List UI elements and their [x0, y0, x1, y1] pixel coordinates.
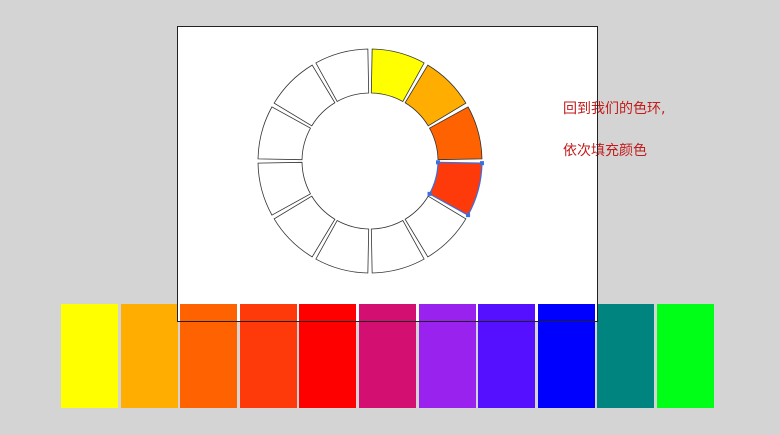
palette-swatch-4[interactable] — [240, 304, 297, 408]
palette-swatch-2[interactable] — [121, 304, 178, 408]
selection-anchor-3[interactable] — [427, 191, 432, 196]
palette-swatch-10[interactable] — [597, 304, 654, 408]
palette-swatch-3[interactable] — [180, 304, 237, 408]
selection-anchor-4[interactable] — [435, 160, 440, 165]
selection-anchor-1[interactable] — [479, 161, 484, 166]
palette-swatch-7[interactable] — [419, 304, 476, 408]
palette-swatch-6[interactable] — [359, 304, 416, 408]
palette-swatch-1[interactable] — [61, 304, 118, 408]
selection-anchor-2[interactable] — [466, 213, 471, 218]
palette-swatch-9[interactable] — [538, 304, 595, 408]
color-palette — [61, 304, 714, 408]
palette-swatch-11[interactable] — [657, 304, 714, 408]
palette-swatch-5[interactable] — [299, 304, 356, 408]
annotation-line-1: 回到我们的色环, — [563, 101, 666, 117]
annotation-line-2: 依次填充颜色 — [563, 143, 647, 159]
palette-swatch-8[interactable] — [478, 304, 535, 408]
